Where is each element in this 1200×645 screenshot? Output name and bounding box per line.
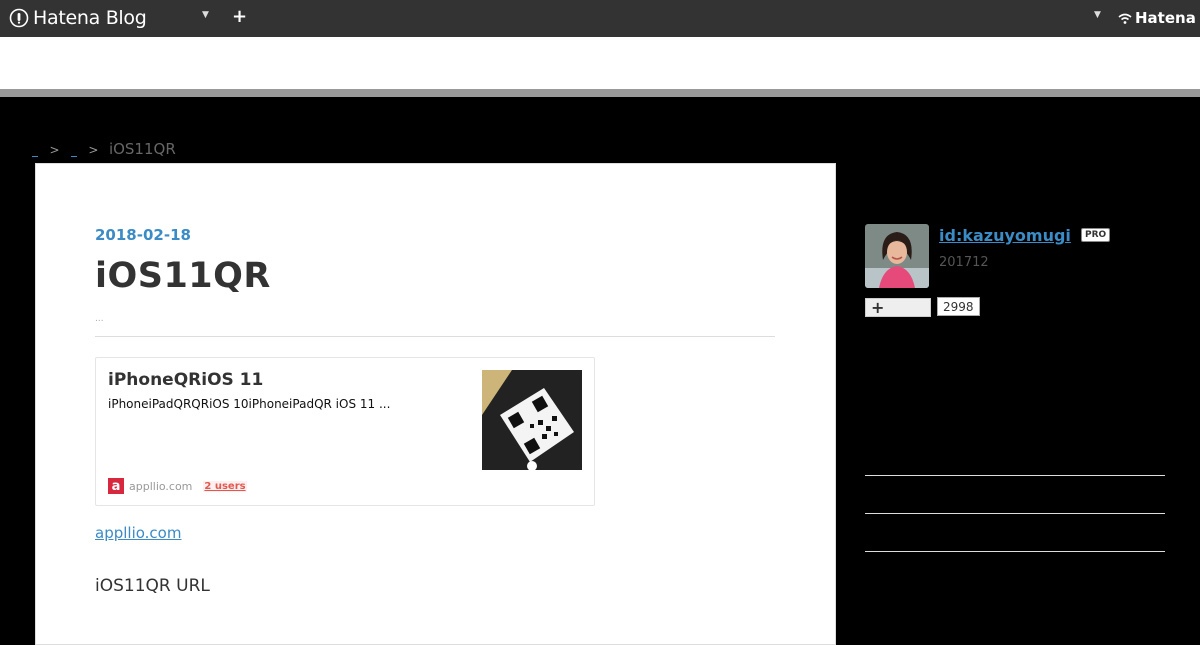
- pro-badge: PRO: [1081, 228, 1111, 242]
- bookmark-users-link[interactable]: 2 users: [203, 480, 247, 492]
- hatena-blog-logo[interactable]: Hatena Blog: [9, 7, 147, 29]
- profile-photo: [865, 224, 929, 288]
- entry-divider: [95, 336, 775, 337]
- embed-description: iPhoneiPadQRQRiOS 10iPhoneiPadQR iOS 11 …: [108, 397, 391, 411]
- entry-body-text: iOS11QR URL: [95, 576, 210, 596]
- embed-thumbnail-qr-image[interactable]: [482, 370, 582, 470]
- subscriber-count[interactable]: 2998: [937, 297, 980, 316]
- embed-footer: a appllio.com 2 users: [108, 478, 247, 494]
- global-header: Hatena Blog ▼ + ▼ Hatena: [0, 0, 1200, 37]
- embed-domain[interactable]: appllio.com: [129, 480, 192, 493]
- profile-id-link[interactable]: id:kazuyomugi: [939, 226, 1071, 245]
- hatena-link[interactable]: Hatena: [1118, 9, 1196, 27]
- subscribe-button[interactable]: +: [865, 298, 931, 317]
- hatena-blog-icon: [9, 8, 29, 28]
- breadcrumb-category-link[interactable]: [70, 144, 77, 157]
- breadcrumb: > > iOS11QR: [32, 140, 176, 158]
- blog-header: [0, 37, 1200, 89]
- embed-title[interactable]: iPhoneQRiOS 11: [108, 370, 263, 390]
- entry-date[interactable]: 2018-02-18: [95, 226, 191, 244]
- breadcrumb-home-link[interactable]: [32, 144, 38, 157]
- sidebar-divider: [865, 513, 1165, 514]
- embed-card[interactable]: iPhoneQRiOS 11 iPhoneiPadQRQRiOS 10iPhon…: [95, 357, 595, 506]
- breadcrumb-separator: >: [88, 143, 99, 157]
- entry-article: 2018-02-18 iOS11QR ... iPhoneQRiOS 11 iP…: [35, 163, 836, 645]
- sidebar-divider: [865, 551, 1165, 552]
- qr-code-image: [482, 370, 582, 470]
- header-divider: [0, 89, 1200, 97]
- appllio-favicon-icon: a: [108, 478, 124, 494]
- entry-meta: ...: [95, 314, 104, 324]
- entry-title[interactable]: iOS11QR: [95, 256, 271, 296]
- hatena-wifi-icon: [1118, 13, 1132, 24]
- breadcrumb-current: iOS11QR: [108, 140, 176, 158]
- new-post-button[interactable]: +: [232, 6, 247, 27]
- profile-since: 201712: [939, 255, 989, 270]
- hatena-label: Hatena: [1135, 9, 1196, 27]
- breadcrumb-separator: >: [49, 143, 60, 157]
- account-menu-chevron-down-icon[interactable]: ▼: [1094, 10, 1101, 20]
- blog-menu-chevron-down-icon[interactable]: ▼: [202, 10, 209, 20]
- avatar[interactable]: [865, 224, 929, 288]
- sidebar-divider: [865, 475, 1165, 476]
- logo-text: Hatena Blog: [33, 7, 147, 29]
- source-link[interactable]: appllio.com: [95, 524, 181, 542]
